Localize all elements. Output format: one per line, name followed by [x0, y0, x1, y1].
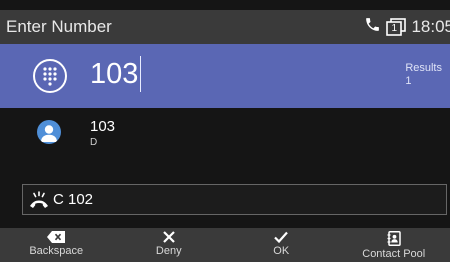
dialpad-icon	[43, 67, 57, 86]
ok-button[interactable]: OK	[225, 228, 338, 262]
call-hold-icon	[29, 190, 49, 209]
backspace-label: Backspace	[29, 245, 84, 257]
line-indicator-icon: 1	[386, 18, 407, 36]
softkey-bar: Backspace Deny OK Contact Pool	[0, 228, 450, 262]
contact-book-icon	[387, 231, 401, 246]
active-call-box[interactable]: C 102	[22, 184, 447, 215]
backspace-icon	[47, 231, 66, 243]
deny-button[interactable]: Deny	[113, 228, 226, 262]
backspace-button[interactable]: Backspace	[0, 228, 113, 262]
ok-label: OK	[273, 245, 290, 257]
status-area: 1 18:05	[364, 10, 450, 44]
dial-bar: 103 Results 1	[0, 44, 450, 108]
page-title: Enter Number	[6, 17, 112, 36]
deny-label: Deny	[155, 245, 182, 257]
results-label: Results	[405, 62, 442, 74]
check-icon	[274, 231, 289, 243]
result-subtitle: D	[90, 137, 98, 148]
result-number: 103	[90, 118, 116, 135]
x-icon	[162, 231, 175, 243]
phone-icon	[364, 16, 381, 38]
clock: 18:05	[411, 17, 450, 36]
results-count: 1	[405, 75, 412, 87]
number-input[interactable]: 103	[90, 56, 142, 92]
contact-avatar-icon	[37, 120, 61, 144]
dialpad-button[interactable]	[33, 59, 67, 93]
active-call-label: C 102	[53, 191, 94, 208]
result-item[interactable]: 103 D	[0, 108, 450, 158]
title-bar: Enter Number 1 18:05	[0, 10, 450, 44]
contact-pool-button[interactable]: Contact Pool	[338, 228, 450, 262]
contact-pool-label: Contact Pool	[362, 248, 426, 260]
line-indicator-number: 1	[391, 23, 398, 34]
results-counter: Results 1	[405, 62, 442, 88]
